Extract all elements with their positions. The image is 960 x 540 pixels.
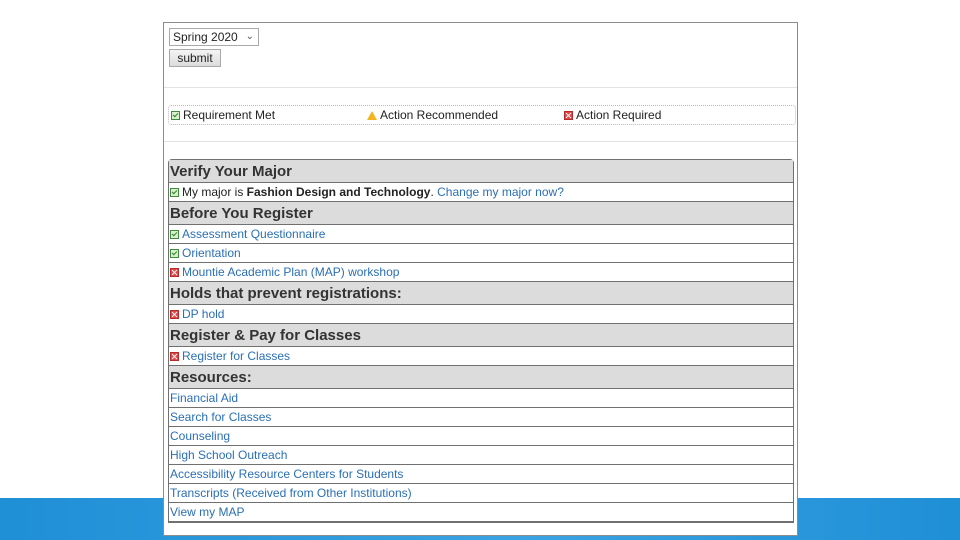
accessibility-resources-link[interactable]: Accessibility Resource Centers for Stude… (170, 467, 403, 481)
orientation-link[interactable]: Orientation (182, 246, 241, 260)
section-heading-before-register: Before You Register (169, 202, 793, 225)
term-select[interactable]: Spring 2020 ⌄ (169, 28, 259, 46)
legend-recommended: Action Recommended (367, 108, 498, 122)
map-workshop-link[interactable]: Mountie Academic Plan (MAP) workshop (182, 265, 399, 279)
error-icon (170, 352, 179, 361)
list-item: Financial Aid (169, 389, 793, 408)
register-classes-link[interactable]: Register for Classes (182, 349, 290, 363)
check-icon (171, 111, 180, 120)
error-icon (170, 268, 179, 277)
submit-button[interactable]: submit (169, 49, 221, 67)
check-icon (170, 188, 179, 197)
section-heading-resources: Resources: (169, 366, 793, 389)
list-item: View my MAP (169, 503, 793, 522)
warning-icon (367, 111, 377, 120)
major-name: Fashion Design and Technology (246, 185, 431, 199)
error-icon (170, 310, 179, 319)
list-item: Orientation (169, 244, 793, 263)
legend-required: Action Required (564, 108, 661, 122)
list-item: Transcripts (Received from Other Institu… (169, 484, 793, 503)
financial-aid-link[interactable]: Financial Aid (170, 391, 238, 405)
list-item: Accessibility Resource Centers for Stude… (169, 465, 793, 484)
legend-met-label: Requirement Met (183, 108, 276, 122)
search-classes-link[interactable]: Search for Classes (170, 410, 271, 424)
section-heading-verify-major: Verify Your Major (169, 160, 793, 183)
divider (164, 87, 797, 88)
list-item: Search for Classes (169, 408, 793, 427)
registration-checklist-screenshot: Spring 2020 ⌄ submit Requirement Met Act… (163, 22, 798, 536)
major-row: My major is Fashion Design and Technolog… (169, 183, 793, 202)
dp-hold-link[interactable]: DP hold (182, 307, 224, 321)
list-item: Counseling (169, 427, 793, 446)
list-item: Mountie Academic Plan (MAP) workshop (169, 263, 793, 282)
term-select-value: Spring 2020 (173, 30, 238, 44)
legend-met: Requirement Met (171, 108, 275, 122)
divider (164, 141, 797, 142)
legend-recommended-label: Action Recommended (380, 108, 499, 122)
list-item: Register for Classes (169, 347, 793, 366)
section-heading-register-pay: Register & Pay for Classes (169, 324, 793, 347)
error-icon (564, 111, 573, 120)
list-item: DP hold (169, 305, 793, 324)
chevron-down-icon: ⌄ (245, 31, 254, 42)
section-heading-holds: Holds that prevent registrations: (169, 282, 793, 305)
status-legend: Requirement Met Action Recommended Actio… (168, 105, 796, 125)
assessment-link[interactable]: Assessment Questionnaire (182, 227, 325, 241)
view-map-link[interactable]: View my MAP (170, 505, 244, 519)
list-item: Assessment Questionnaire (169, 225, 793, 244)
transcripts-link[interactable]: Transcripts (Received from Other Institu… (170, 486, 412, 500)
check-icon (170, 230, 179, 239)
legend-required-label: Action Required (576, 108, 662, 122)
major-prefix: My major is (182, 185, 247, 199)
counseling-link[interactable]: Counseling (170, 429, 230, 443)
list-item: High School Outreach (169, 446, 793, 465)
change-major-link[interactable]: Change my major now? (437, 185, 564, 199)
check-icon (170, 249, 179, 258)
high-school-outreach-link[interactable]: High School Outreach (170, 448, 287, 462)
checklist-table: Verify Your Major My major is Fashion De… (168, 159, 794, 523)
